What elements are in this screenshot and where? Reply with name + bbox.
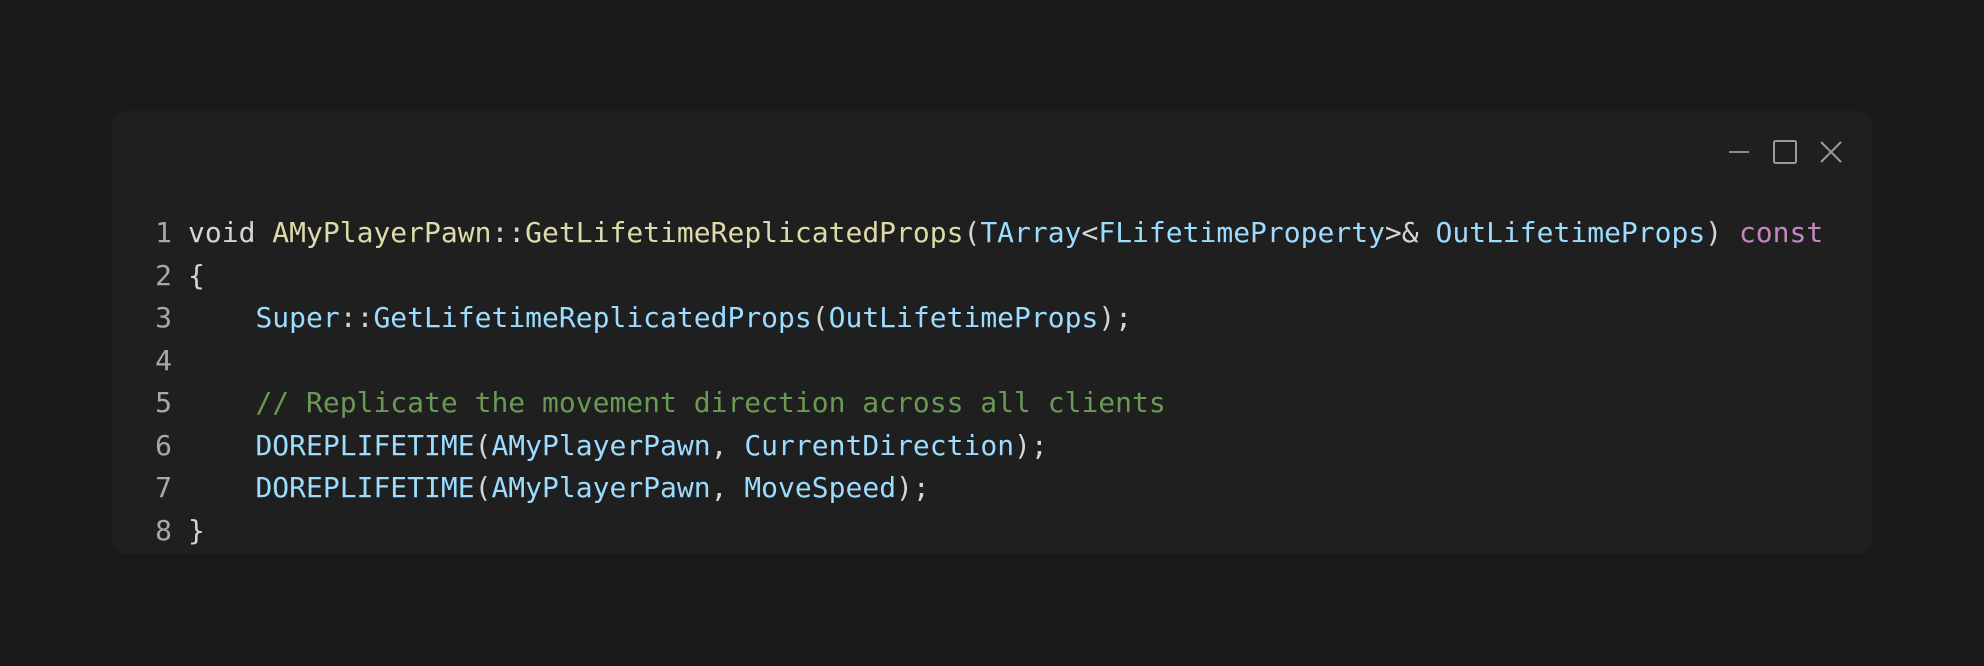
line-content: DOREPLIFETIME(AMyPlayerPawn, MoveSpeed);	[188, 467, 930, 510]
code-token: (	[474, 428, 492, 462]
code-token: TArray	[980, 216, 1082, 249]
code-token: (	[474, 471, 492, 504]
line-number: 7	[155, 471, 172, 504]
minimize-icon	[1729, 151, 1749, 153]
close-icon	[1820, 141, 1842, 163]
code-token: void	[188, 216, 273, 249]
line-number: 3	[155, 301, 172, 334]
code-line: 2{	[112, 255, 1872, 298]
code-token: CurrentDirection	[744, 428, 1015, 462]
code-token: ,	[710, 428, 745, 462]
line-number: 5	[155, 386, 172, 419]
line-content: Super::GetLifetimeReplicatedProps(OutLif…	[188, 297, 1132, 340]
code-token: AMyPlayerPawn	[272, 216, 492, 249]
line-content: // Replicate the movement direction acro…	[188, 382, 1166, 425]
code-token: DOREPLIFETIME	[255, 471, 475, 504]
code-token: >&	[1384, 216, 1436, 249]
code-token: FLifetimeProperty	[1098, 216, 1385, 249]
line-number: 8	[155, 513, 172, 547]
code-block[interactable]: 1 void AMyPlayerPawn::GetLifetimeReplicat…	[112, 212, 1872, 552]
code-token: )	[1705, 216, 1739, 249]
code-token: MoveSpeed	[744, 471, 897, 504]
line-number: 4	[155, 343, 172, 377]
code-line: 1 void AMyPlayerPawn::GetLifetimeReplicat…	[112, 212, 1872, 255]
line-number: 2	[155, 258, 172, 292]
code-token: (	[811, 301, 829, 334]
code-token: OutLifetimeProps	[1435, 216, 1706, 249]
minimize-button[interactable]	[1726, 139, 1752, 165]
code-token: }	[188, 513, 205, 547]
code-token: ::	[491, 216, 526, 249]
code-line: 5 // Replicate the movement direction ac…	[112, 382, 1872, 425]
code-token: OutLifetimeProps	[828, 301, 1099, 334]
code-token: );	[1014, 428, 1048, 462]
line-content: }	[188, 510, 205, 553]
code-line: 3 Super::GetLifetimeReplicatedProps(OutL…	[112, 297, 1872, 340]
code-token: AMyPlayerPawn	[491, 428, 711, 462]
code-window: 1 void AMyPlayerPawn::GetLifetimeReplicat…	[112, 111, 1872, 554]
code-line: 4	[112, 340, 1872, 383]
code-token: {	[188, 258, 205, 292]
code-token: (	[963, 216, 981, 249]
line-content: {	[188, 255, 205, 298]
line-content: DOREPLIFETIME(AMyPlayerPawn, CurrentDire…	[188, 425, 1048, 468]
code-line: 8}	[112, 510, 1872, 553]
code-token: ::	[339, 301, 374, 334]
window-controls	[1726, 139, 1844, 165]
code-token: );	[1098, 301, 1133, 334]
close-button[interactable]	[1818, 139, 1844, 165]
code-token: <	[1081, 216, 1099, 249]
code-token: GetLifetimeReplicatedProps	[525, 216, 964, 249]
line-number: 6	[155, 428, 172, 462]
code-line: 7 DOREPLIFETIME(AMyPlayerPawn, MoveSpeed…	[112, 467, 1872, 510]
code-token: // Replicate the movement direction acro…	[255, 386, 1166, 419]
code-line: 6 DOREPLIFETIME(AMyPlayerPawn, CurrentDi…	[112, 425, 1872, 468]
maximize-icon	[1773, 140, 1797, 164]
code-token: DOREPLIFETIME	[255, 428, 475, 462]
maximize-button[interactable]	[1772, 139, 1798, 165]
line-number: 1	[155, 216, 172, 249]
code-token: const	[1738, 216, 1824, 249]
code-token: ,	[710, 471, 745, 504]
line-content: void AMyPlayerPawn::GetLifetimeReplicate…	[188, 212, 1823, 255]
code-token: );	[896, 471, 930, 504]
code-token: Super	[255, 301, 340, 334]
code-token: AMyPlayerPawn	[491, 471, 711, 504]
code-token: GetLifetimeReplicatedProps	[373, 301, 812, 334]
